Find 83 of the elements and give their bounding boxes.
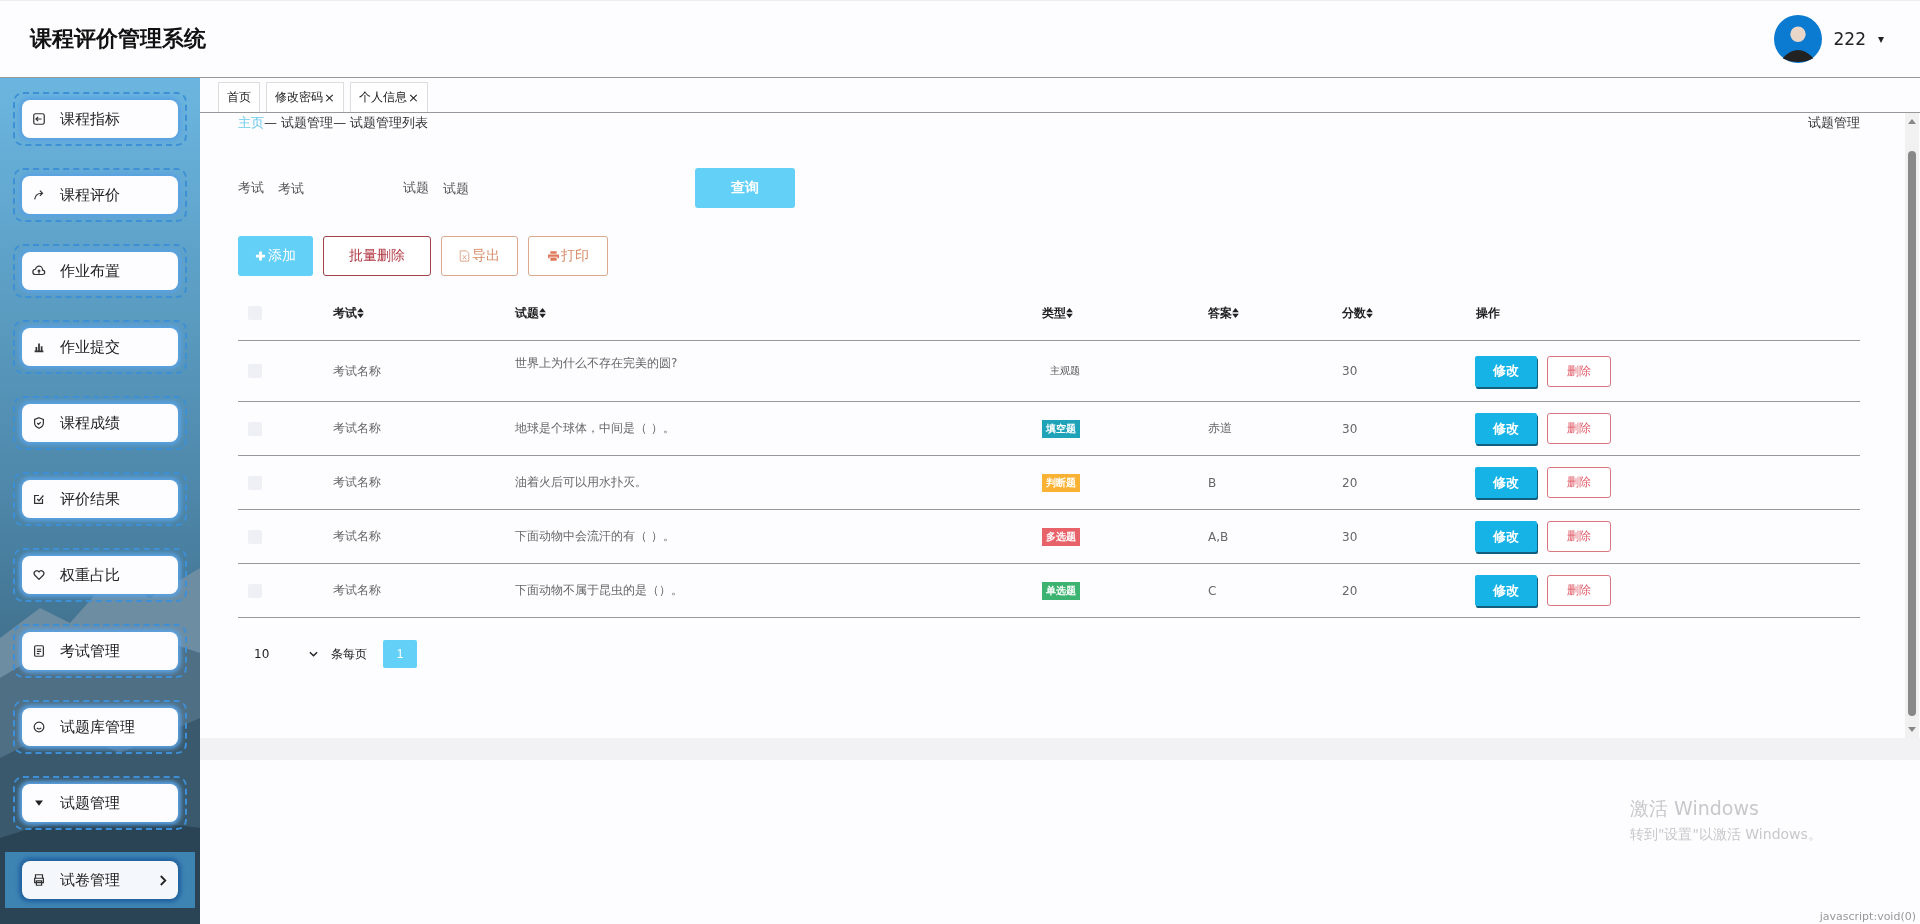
sort-icon[interactable] [1232,308,1239,318]
avatar-icon[interactable] [1773,15,1822,63]
sort-icon[interactable] [539,308,546,318]
tab[interactable]: 修改密码 [275,89,323,106]
menu-icon [32,568,46,582]
search-field[interactable]: 考试 [278,180,388,196]
table-cell: 考试名称 [333,362,381,380]
column-header[interactable]: 操作 [1476,304,1500,322]
chevron-icon [159,873,168,887]
table-cell: 考试名称 [333,528,381,545]
delete-button[interactable]: 删除 [1547,521,1611,552]
table-cell: 主观题 [1050,364,1080,378]
close-icon[interactable]: × [407,90,419,105]
sidebar-item[interactable]: 课程指标 [22,100,178,138]
table-cell: B [1208,475,1217,490]
table-cell: 考试名称 [333,474,381,491]
sort-icon[interactable] [357,308,364,318]
type-tag: 判断题 [1042,473,1080,492]
table-cell: 20 [1342,583,1358,598]
table-cell: 考试名称 [333,582,381,599]
menu-icon [32,416,46,430]
sidebar-item[interactable]: 试题管理 [22,784,178,822]
table-cell: 油着火后可以用水扑灭。 [515,474,647,491]
column-header[interactable]: 试题 [515,304,539,322]
sidebar-item[interactable]: 考试管理 [22,632,178,670]
table-cell: 考试名称 [333,420,381,437]
table-cell: 20 [1342,475,1358,490]
menu-icon [32,112,46,126]
table-cell: A,B [1208,529,1229,544]
delete-button[interactable]: 删除 [1547,575,1611,606]
type-tag: 填空题 [1042,419,1080,438]
user-name[interactable]: 222 [1833,29,1866,49]
breadcrumb: 主页— 试题管理— 试题管理列表 [238,114,429,132]
page-title: 试题管理 [1808,114,1860,132]
column-header[interactable]: 类型 [1042,304,1066,322]
search-field[interactable]: 试题 [443,180,553,196]
delete-button[interactable]: 删除 [1547,355,1611,387]
menu-icon [32,644,46,658]
column-header[interactable]: 分数 [1342,304,1366,322]
table-cell: 下面动物不属于昆虫的是（）。 [515,582,683,599]
sidebar-item[interactable]: 权重占比 [22,556,178,594]
table-cell: 地球是个球体，中间是（ ）。 [515,420,675,437]
menu-icon [32,873,46,887]
menu-icon [32,720,46,734]
page-size-select[interactable]: 10 [238,647,331,661]
delete-button[interactable]: 删除 [1547,467,1611,498]
plus-icon [255,250,266,262]
table-cell: 世界上为什么不存在完美的圆? [515,355,678,372]
column-header[interactable]: 考试 [333,304,357,322]
sidebar-item[interactable]: 试卷管理 [22,861,178,899]
caret-icon[interactable]: ▾ [1877,32,1884,46]
dropdown-icon [309,651,319,657]
sidebar-item[interactable]: 试题库管理 [22,708,178,746]
table-cell: 30 [1342,364,1358,378]
sidebar-item[interactable]: 作业提交 [22,328,178,366]
sidebar-item[interactable]: 课程评价 [22,176,178,214]
file-icon [459,250,470,262]
menu-icon [32,264,46,278]
type-tag: 单选题 [1042,581,1080,600]
table-cell: C [1208,583,1217,598]
delete-button[interactable]: 批量删除 [323,236,431,276]
app-title: 课程评价管理系统 [30,25,206,53]
column-header[interactable]: 答案 [1208,304,1232,322]
field-label: 考试 [238,179,264,197]
sidebar-item[interactable]: 评价结果 [22,480,178,518]
page-size-label: 条每页 [331,645,367,663]
table-cell: 30 [1342,421,1358,436]
tab[interactable]: 个人信息 [358,89,407,106]
table-cell: 30 [1342,529,1358,544]
sort-icon[interactable] [1066,308,1073,318]
table-cell: 下面动物中会流汗的有（ ）。 [515,528,675,545]
printer-icon [547,250,559,262]
sidebar-item[interactable]: 作业布置 [22,252,178,290]
sidebar-item[interactable]: 课程成绩 [22,404,178,442]
type-tag: 多选题 [1042,527,1080,546]
sort-icon[interactable] [1366,308,1373,318]
table-cell: 赤道 [1208,420,1232,437]
scrollbar[interactable] [1905,113,1919,738]
delete-button[interactable]: 删除 [1547,413,1611,444]
menu-icon [32,188,46,202]
menu-icon [32,492,46,506]
field-label: 试题 [403,179,429,197]
close-icon[interactable]: × [324,90,335,105]
